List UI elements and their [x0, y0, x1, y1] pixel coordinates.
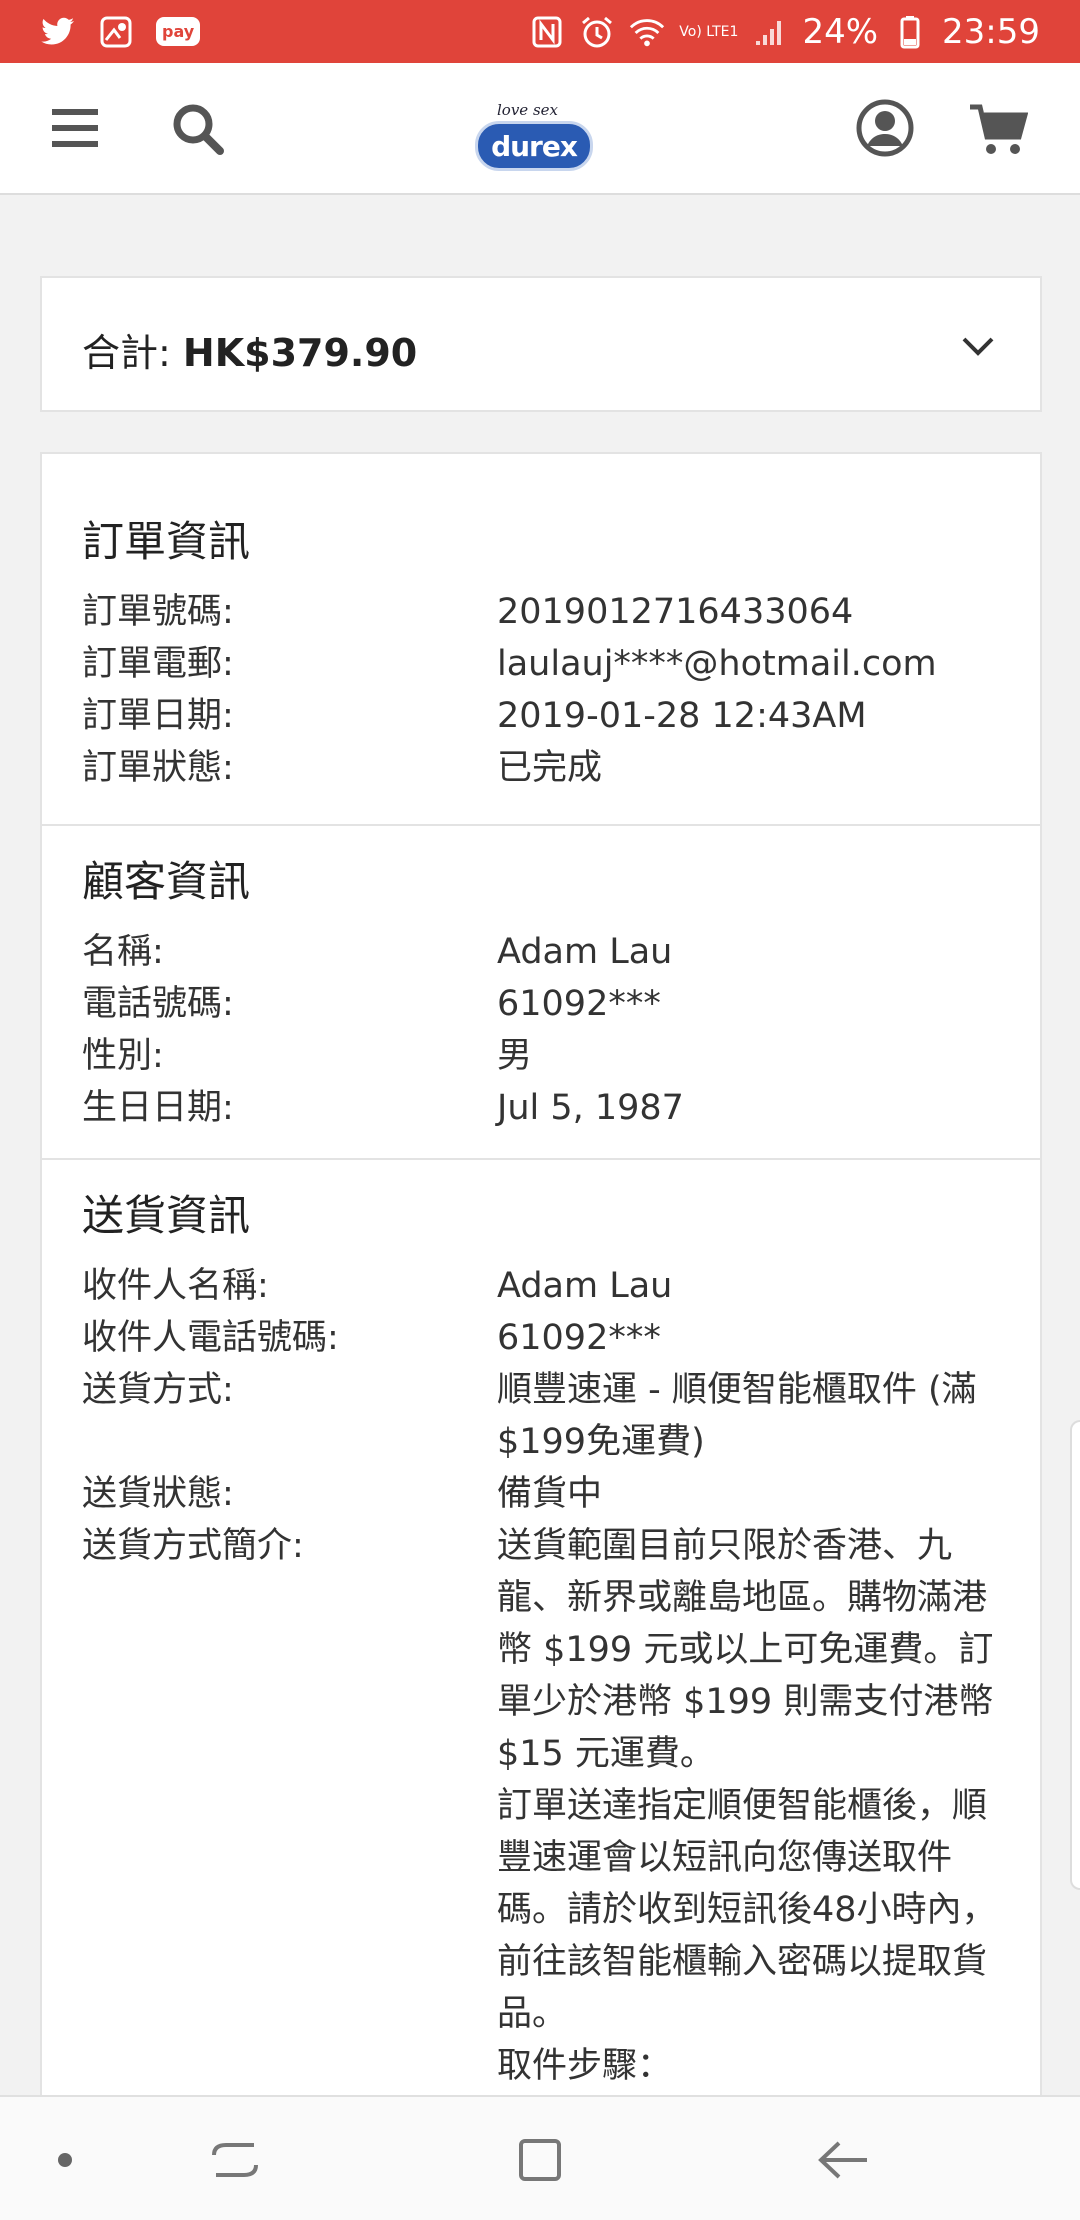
keyboard-dot-icon[interactable]: [58, 2153, 72, 2167]
order-total: 合計: HK$379.90: [82, 322, 417, 377]
row-label: 訂單狀態:: [82, 748, 234, 788]
row-label: 訂單號碼:: [82, 592, 234, 632]
row-label: 電話號碼:: [82, 984, 234, 1024]
info-row: 名稱: Adam Lau: [82, 926, 1000, 978]
customer-name: Adam Lau: [497, 932, 673, 972]
info-row: 訂單狀態: 已完成: [82, 742, 1000, 794]
info-row: 送貨方式簡介: 送貨範圍目前只限於香港、九龍、新界或離島地區。購物滿港幣 $19…: [82, 1520, 1000, 2092]
alarm-icon: [579, 14, 615, 50]
info-row: 電話號碼: 61092***: [82, 978, 1000, 1030]
info-row: 送貨方式: 順豐速運 - 順便智能櫃取件 (滿$199免運費): [82, 1364, 1000, 1468]
pay-icon: pay: [156, 17, 201, 46]
recipient-name: Adam Lau: [497, 1266, 673, 1306]
navigation-bar: [0, 2095, 1080, 2220]
status-bar: pay Vo) LTE1 24% 23:59: [0, 0, 1080, 63]
chevron-down-icon[interactable]: [960, 328, 996, 364]
info-row: 收件人名稱: Adam Lau: [82, 1260, 1000, 1312]
nfc-icon: [529, 14, 565, 50]
row-label: 生日日期:: [82, 1088, 234, 1128]
order-total-amount: HK$379.90: [182, 331, 418, 375]
account-icon[interactable]: [855, 98, 915, 158]
info-row: 送貨狀態: 備貨中: [82, 1468, 1000, 1520]
delivery-description-paragraph: 訂單送達指定順便智能櫃後，順豐速運會以短訊向您傳送取件碼。請於收到短訊後48小時…: [497, 1786, 997, 2034]
clock-time: 23:59: [942, 11, 1040, 52]
menu-icon[interactable]: [50, 103, 100, 153]
customer-birthday: Jul 5, 1987: [497, 1088, 684, 1128]
row-label: 名稱:: [82, 932, 164, 972]
row-label: 性別:: [82, 1036, 164, 1076]
info-row: 訂單電郵: laulauj****@hotmail.com: [82, 638, 1000, 690]
info-row: 訂單號碼: 2019012716433064: [82, 586, 1000, 638]
cart-icon[interactable]: [968, 101, 1029, 159]
order-status: 已完成: [497, 748, 603, 788]
info-row: 生日日期: Jul 5, 1987: [82, 1082, 1000, 1134]
home-icon[interactable]: [515, 2135, 565, 2185]
battery-percent: 24%: [802, 11, 879, 52]
section-title: 顧客資訊: [82, 857, 251, 906]
delivery-info-section: 送貨資訊 收件人名稱: Adam Lau 收件人電話號碼: 61092*** 送貨方…: [42, 1160, 1040, 2092]
order-email: laulauj****@hotmail.com: [497, 644, 937, 684]
customer-gender: 男: [497, 1036, 533, 1076]
twitter-icon: [40, 14, 76, 50]
wifi-icon: [629, 14, 665, 50]
order-number: 2019012716433064: [497, 592, 854, 632]
order-total-toggle[interactable]: 合計: HK$379.90: [40, 276, 1042, 412]
pickup-steps-heading: 取件步驟：: [497, 2046, 673, 2086]
info-row: 性別: 男: [82, 1030, 1000, 1082]
logo-tagline: love sex: [497, 101, 558, 119]
section-title: 送貨資訊: [82, 1191, 251, 1240]
back-icon[interactable]: [815, 2135, 871, 2185]
search-icon[interactable]: [170, 101, 226, 157]
delivery-method: 順豐速運 - 順便智能櫃取件 (滿$199免運費): [497, 1370, 977, 1462]
row-label: 訂單日期:: [82, 696, 234, 736]
row-label: 訂單電郵:: [82, 644, 234, 684]
edge-panel-handle[interactable]: [1070, 1420, 1080, 1890]
section-title: 訂單資訊: [82, 517, 251, 566]
customer-phone: 61092***: [497, 984, 661, 1024]
row-label: 收件人名稱:: [82, 1266, 269, 1306]
row-label: 收件人電話號碼:: [82, 1318, 339, 1358]
battery-icon: [892, 14, 928, 50]
order-info-section: 訂單資訊 訂單號碼: 2019012716433064 訂單電郵: laulauj*…: [42, 454, 1040, 826]
signal-icon: [752, 14, 788, 50]
customer-info-section: 顧客資訊 名稱: Adam Lau 電話號碼: 61092*** 性別: 男 生日日期…: [42, 826, 1040, 1160]
order-details-card: 訂單資訊 訂單號碼: 2019012716433064 訂單電郵: laulauj*…: [40, 452, 1042, 2152]
durex-logo[interactable]: love sex durex: [475, 81, 605, 181]
info-row: 收件人電話號碼: 61092***: [82, 1312, 1000, 1364]
logo-wordmark: durex: [475, 121, 593, 171]
order-total-label: 合計:: [82, 331, 183, 375]
recipient-phone: 61092***: [497, 1318, 661, 1358]
delivery-description: 送貨範圍目前只限於香港、九龍、新界或離島地區。購物滿港幣 $199 元或以上可免…: [497, 1520, 1000, 2092]
recent-apps-icon[interactable]: [210, 2135, 260, 2185]
delivery-description-paragraph: 送貨範圍目前只限於香港、九龍、新界或離島地區。購物滿港幣 $199 元或以上可免…: [497, 1526, 994, 1774]
info-row: 訂單日期: 2019-01-28 12:43AM: [82, 690, 1000, 742]
row-label: 送貨方式簡介:: [82, 1526, 304, 1566]
volte-label: Vo) LTE1: [679, 23, 739, 40]
maps-icon: [98, 14, 134, 50]
order-date: 2019-01-28 12:43AM: [497, 696, 867, 736]
delivery-status: 備貨中: [497, 1474, 603, 1514]
row-label: 送貨方式:: [82, 1370, 234, 1410]
app-header: love sex durex: [0, 63, 1080, 195]
row-label: 送貨狀態:: [82, 1474, 234, 1514]
